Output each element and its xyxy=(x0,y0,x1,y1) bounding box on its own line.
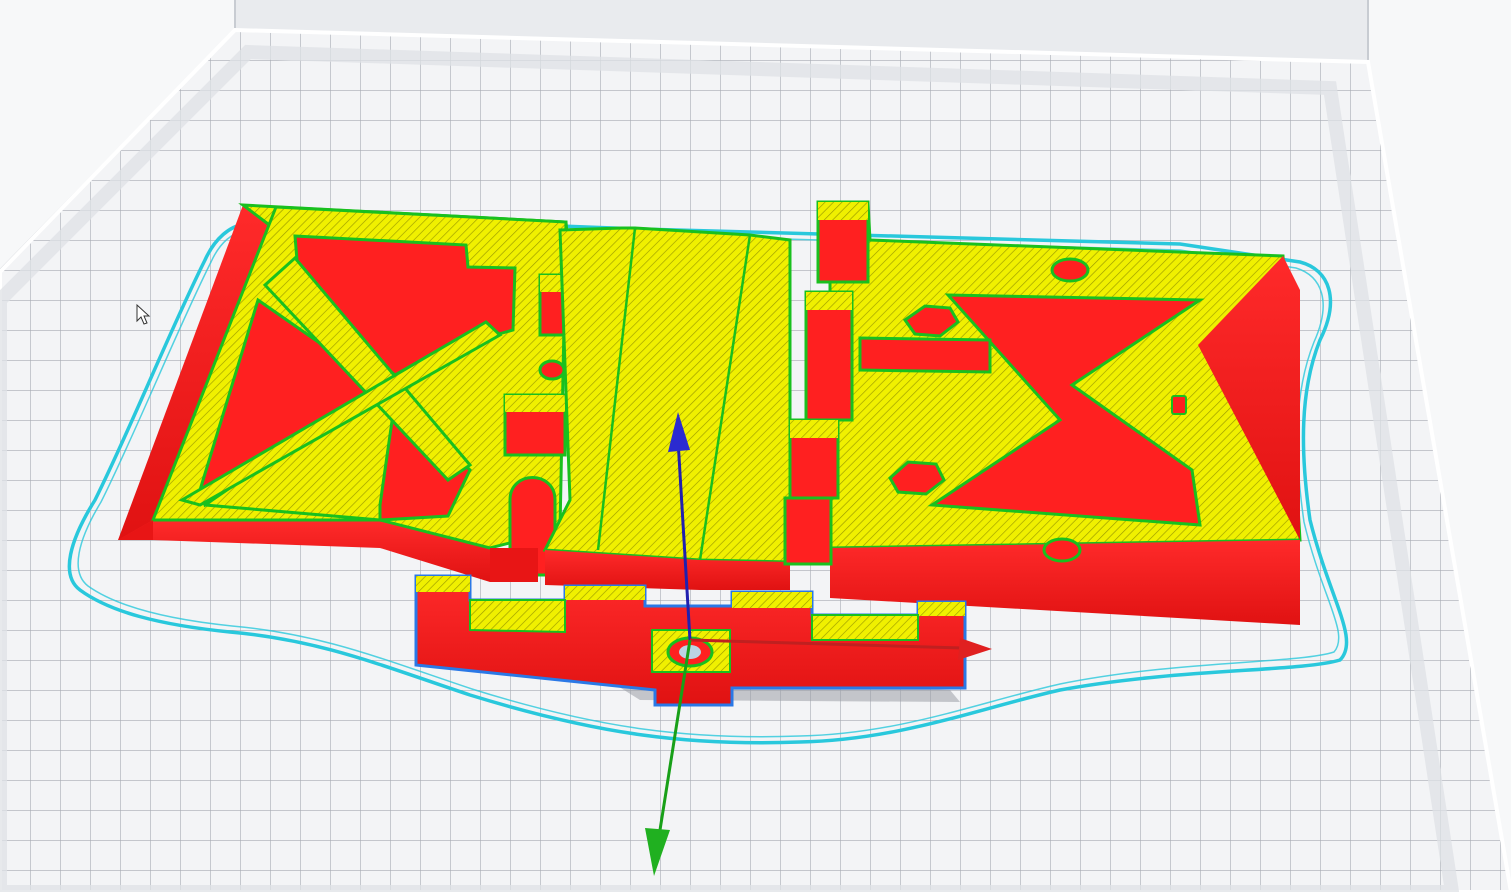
model-right-frame xyxy=(783,200,1302,625)
build-volume-viewport[interactable] xyxy=(0,0,1511,892)
model-center-slab xyxy=(542,226,792,590)
